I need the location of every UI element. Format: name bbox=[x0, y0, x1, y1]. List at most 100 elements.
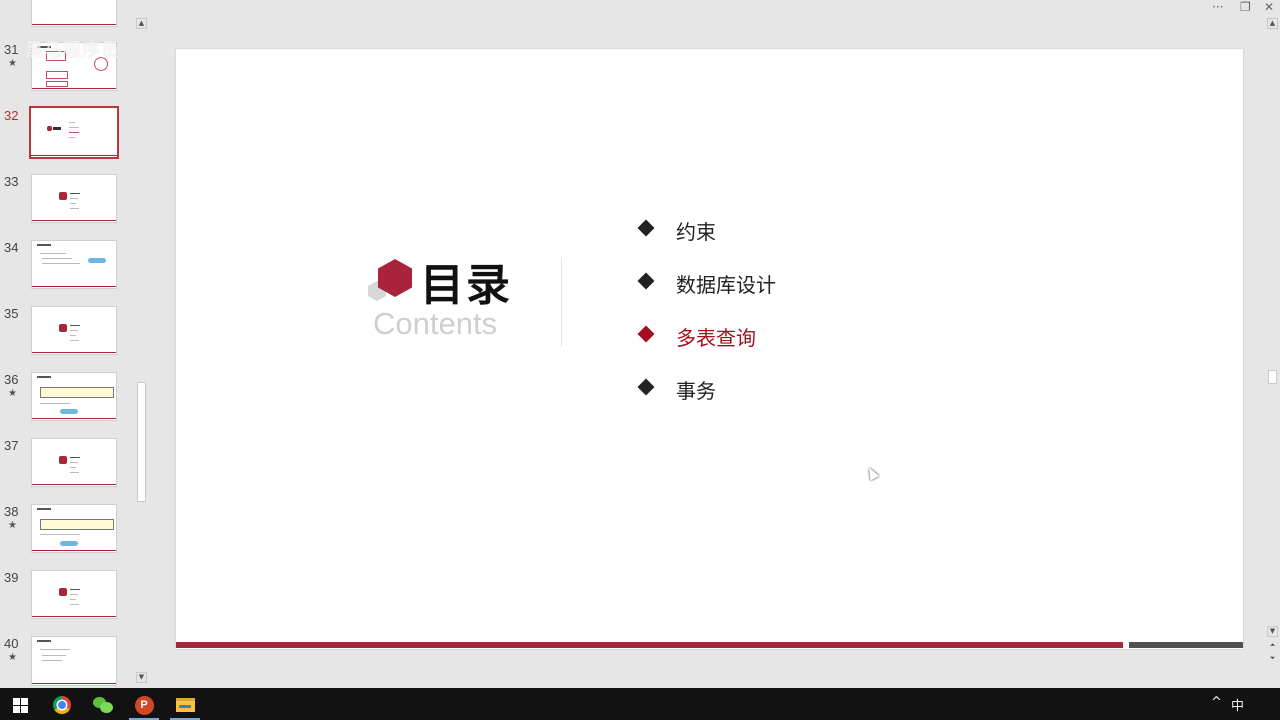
thumbnail-row-33[interactable]: 33 bbox=[0, 174, 135, 226]
slide-thumbnail-32-selected[interactable] bbox=[29, 106, 119, 159]
thumbnail-row-34[interactable]: 34 bbox=[0, 240, 135, 292]
mini-hex-logo bbox=[59, 456, 67, 464]
mini-title bbox=[37, 244, 51, 246]
scroll-up-arrow-icon[interactable]: ▲ bbox=[1267, 18, 1278, 29]
thumbnail-row-38[interactable]: 38 ★ bbox=[0, 504, 135, 556]
thumbnail-row-32[interactable]: 32 bbox=[0, 106, 135, 160]
animation-star-icon: ★ bbox=[8, 388, 17, 399]
mini-text-line bbox=[70, 340, 79, 341]
mini-text-line bbox=[70, 457, 80, 458]
table-of-contents[interactable]: 约束 数据库设计 多表查询 事务 bbox=[637, 214, 938, 426]
mini-text-line bbox=[40, 534, 80, 535]
mini-text-line bbox=[69, 132, 79, 133]
mini-diagram-box bbox=[46, 81, 68, 87]
mini-text-line bbox=[42, 258, 72, 259]
toc-item-database-design[interactable]: 数据库设计 bbox=[637, 267, 938, 320]
slide-thumbnail-pane[interactable]: 31 ★ 32 33 34 35 36 ★ 37 38 ★ 39 40 ★ ▲ … bbox=[0, 0, 150, 688]
slide-number: 36 bbox=[4, 372, 19, 387]
slide-thumbnail-36[interactable] bbox=[31, 372, 117, 421]
footer-secondary-bar bbox=[1129, 642, 1243, 648]
mini-text-line bbox=[70, 325, 80, 326]
scroll-up-arrow-icon[interactable]: ▲ bbox=[136, 18, 147, 29]
mini-text-line bbox=[40, 403, 70, 404]
toc-label: 数据库设计 bbox=[676, 273, 776, 297]
slide-number: 32 bbox=[4, 108, 19, 123]
input-method-indicator[interactable]: 中 bbox=[1231, 695, 1244, 714]
animation-star-icon: ★ bbox=[8, 58, 17, 69]
mini-title bbox=[37, 640, 51, 642]
slide-thumbnail-30-partial[interactable] bbox=[31, 0, 117, 27]
mini-text-line bbox=[42, 660, 62, 661]
slide-canvas[interactable]: 目录 Contents 约束 数据库设计 多表查询 事务 bbox=[176, 49, 1243, 649]
editor-scrollbar[interactable]: ▲ ▼ ⏶ ⏷ bbox=[1266, 18, 1278, 668]
vertical-divider bbox=[561, 257, 562, 347]
thumbnail-scrollbar[interactable]: ▲ ▼ bbox=[135, 18, 147, 686]
slide-thumbnail-37[interactable] bbox=[31, 438, 117, 487]
mini-text-line bbox=[70, 330, 78, 331]
animation-star-icon: ★ bbox=[8, 652, 17, 663]
scrollbar-thumb[interactable] bbox=[1268, 370, 1277, 384]
slide-number: 40 bbox=[4, 636, 19, 651]
toc-item-constraints[interactable]: 约束 bbox=[637, 214, 938, 267]
thumbnail-row-35[interactable]: 35 bbox=[0, 306, 135, 358]
powerpoint-icon: P bbox=[134, 695, 154, 715]
mini-hex-logo bbox=[59, 324, 67, 332]
mini-callout-pill bbox=[60, 541, 78, 546]
mini-hex-logo bbox=[47, 126, 52, 131]
mini-text-line bbox=[42, 655, 66, 656]
mini-text-line bbox=[70, 604, 79, 605]
mini-text-line bbox=[70, 198, 78, 199]
scroll-down-arrow-icon[interactable]: ▼ bbox=[136, 672, 147, 683]
thumbnail-row-37[interactable]: 37 bbox=[0, 438, 135, 490]
thumbnail-row-39[interactable]: 39 bbox=[0, 570, 135, 622]
slide-thumbnail-34[interactable] bbox=[31, 240, 117, 289]
toc-item-transactions[interactable]: 事务 bbox=[637, 373, 938, 426]
diamond-bullet-icon bbox=[637, 272, 655, 290]
slide-thumbnail-38[interactable] bbox=[31, 504, 117, 553]
mini-text-line bbox=[69, 122, 75, 123]
mini-text-line bbox=[40, 649, 70, 650]
slide-number: 39 bbox=[4, 570, 19, 585]
window-controls: ··· ❐ ✕ bbox=[1190, 0, 1280, 18]
windows-start-button[interactable] bbox=[3, 692, 37, 718]
more-options-icon[interactable]: ··· bbox=[1212, 0, 1223, 14]
footer-accent-bar bbox=[176, 642, 1123, 648]
mini-text-line bbox=[42, 263, 80, 264]
mini-text-line bbox=[70, 472, 79, 473]
wechat-icon bbox=[93, 697, 113, 713]
mini-hex-logo bbox=[59, 192, 67, 200]
thumbnail-row-36[interactable]: 36 ★ bbox=[0, 372, 135, 424]
slide-number: 35 bbox=[4, 306, 19, 321]
slide-thumbnail-39[interactable] bbox=[31, 570, 117, 619]
windows-taskbar: P ^ 中 bbox=[0, 688, 1280, 720]
slide-thumbnail-40[interactable] bbox=[31, 636, 117, 686]
powerpoint-taskbar-button[interactable]: P bbox=[127, 692, 161, 720]
thumbnail-row-40[interactable]: 40 ★ bbox=[0, 636, 135, 688]
mini-text-line bbox=[70, 203, 76, 204]
file-explorer-taskbar-button[interactable] bbox=[168, 692, 202, 720]
toc-item-multi-table-query[interactable]: 多表查询 bbox=[637, 320, 938, 373]
scrollbar-thumb[interactable] bbox=[137, 382, 146, 502]
slide-number: 37 bbox=[4, 438, 19, 453]
slide-thumbnail-35[interactable] bbox=[31, 306, 117, 355]
wechat-taskbar-button[interactable] bbox=[86, 692, 120, 718]
restore-window-icon[interactable]: ❐ bbox=[1240, 0, 1251, 14]
slide-thumbnail-33[interactable] bbox=[31, 174, 117, 223]
previous-slide-icon[interactable]: ⏶ bbox=[1267, 641, 1278, 652]
animation-star-icon: ★ bbox=[8, 520, 17, 531]
windows-logo-icon bbox=[12, 697, 28, 713]
chrome-taskbar-button[interactable] bbox=[45, 692, 79, 718]
next-slide-icon[interactable]: ⏷ bbox=[1267, 654, 1278, 665]
slide-title[interactable]: 目录 bbox=[420, 249, 512, 313]
tray-overflow-chevron-icon[interactable]: ^ bbox=[1211, 695, 1222, 710]
mini-text-line bbox=[69, 127, 79, 128]
folder-icon bbox=[175, 698, 195, 712]
scroll-down-arrow-icon[interactable]: ▼ bbox=[1267, 626, 1278, 637]
close-window-icon[interactable]: ✕ bbox=[1264, 0, 1274, 14]
toc-label: 约束 bbox=[676, 220, 716, 244]
mini-text-line bbox=[69, 137, 75, 138]
mini-text-line bbox=[70, 589, 80, 590]
mini-title bbox=[37, 376, 51, 378]
slide-subtitle[interactable]: Contents bbox=[373, 306, 497, 342]
mini-callout-pill bbox=[88, 258, 106, 263]
